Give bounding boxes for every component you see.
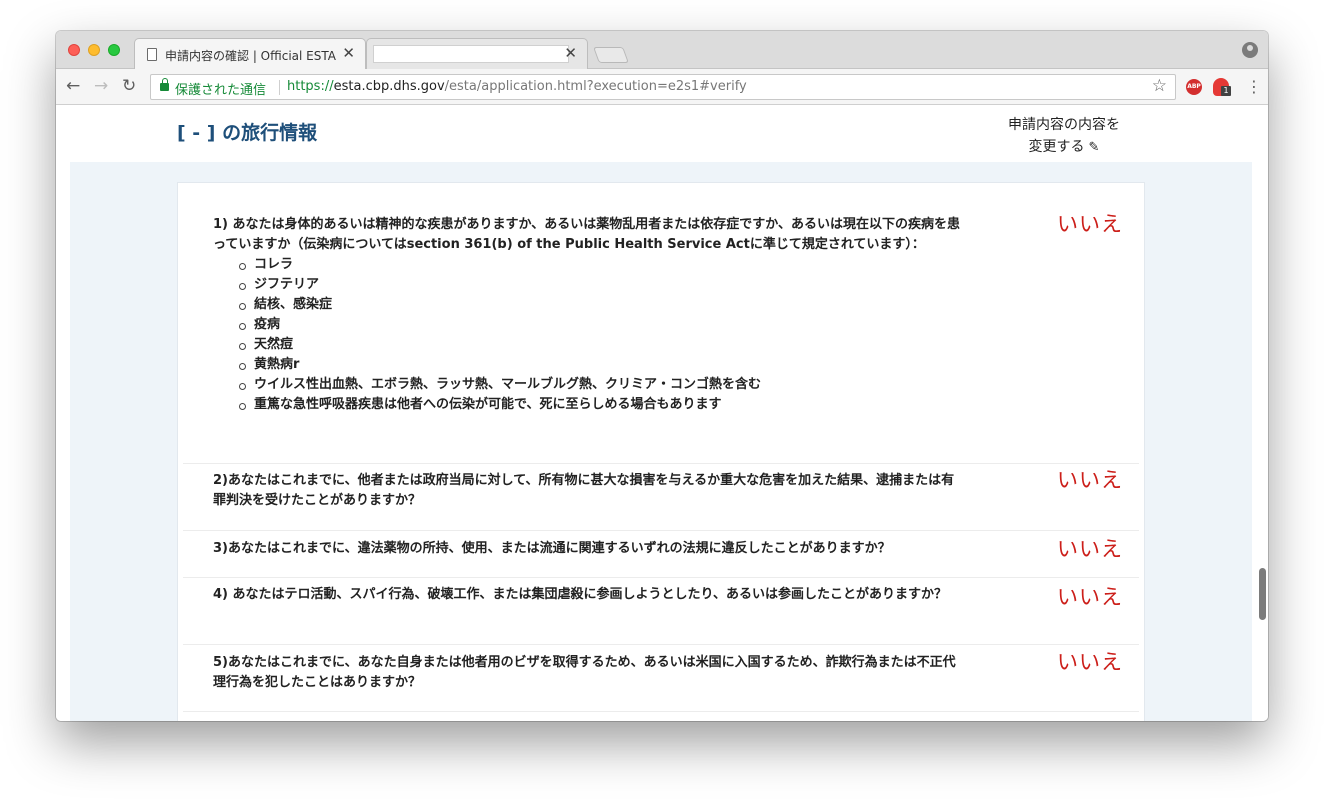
- pencil-icon: ✎: [1088, 140, 1100, 155]
- browser-window: 申請内容の確認 | Official ESTA ✕ ✕ ← → ↻ 保護された通…: [56, 31, 1268, 721]
- list-item: 黄熱病r: [238, 355, 961, 375]
- divider: [183, 711, 1139, 712]
- edit-link-line1: 申請内容の内容を: [1008, 117, 1120, 133]
- profile-icon[interactable]: [1242, 42, 1258, 58]
- list-item: ジフテリア: [238, 275, 961, 295]
- question-4: 4) あなたはテロ活動、スパイ行為、破壊工作、または集団虐殺に参画しようとしたり…: [213, 587, 947, 602]
- page-title: [ - ] の旅行情報: [177, 122, 318, 144]
- edit-link-line2: 変更する: [1028, 139, 1085, 155]
- answer-2: いいえ: [1057, 468, 1123, 492]
- tab-close-icon[interactable]: ✕: [342, 44, 355, 62]
- minimize-window-button[interactable]: [88, 44, 100, 56]
- browser-menu-icon[interactable]: ⋮: [1246, 77, 1262, 97]
- answer-3: いいえ: [1057, 537, 1123, 561]
- page-content: [ - ] の旅行情報 申請内容の内容を 変更する ✎ 1) あなたは身体的あるい…: [56, 106, 1268, 721]
- tab-second[interactable]: ✕: [366, 38, 588, 70]
- list-item: ウイルス性出血熱、エボラ熱、ラッサ熱、マールブルグ熱、クリミア・コンゴ熱を含む: [238, 375, 961, 395]
- tab-esta[interactable]: 申請内容の確認 | Official ESTA ✕: [134, 38, 366, 70]
- tab-close-icon[interactable]: ✕: [564, 44, 577, 62]
- url-host: esta.cbp.dhs.gov: [333, 79, 445, 94]
- question-5: 5)あなたはこれまでに、あなた自身または他者用のビザを取得するため、あるいは米国…: [213, 655, 956, 690]
- question-2: 2)あなたはこれまでに、他者または政府当局に対して、所有物に甚大な損害を与えるか…: [213, 473, 955, 508]
- address-bar[interactable]: 保護された通信 https://esta.cbp.dhs.gov/esta/ap…: [150, 74, 1176, 100]
- list-item: 天然痘: [238, 335, 961, 355]
- forward-arrow-icon[interactable]: →: [94, 76, 108, 96]
- url-separator: [279, 80, 280, 95]
- divider: [183, 530, 1139, 531]
- divider: [183, 463, 1139, 464]
- divider: [183, 577, 1139, 578]
- questions-card: 1) あなたは身体的あるいは精神的な疾患がありますか、あるいは薬物乱用者または依…: [177, 182, 1145, 721]
- reload-icon[interactable]: ↻: [122, 76, 136, 96]
- divider: [183, 644, 1139, 645]
- secure-connection-label: 保護された通信: [175, 83, 267, 98]
- list-item: コレラ: [238, 255, 961, 275]
- answer-1: いいえ: [1057, 212, 1123, 236]
- close-window-button[interactable]: [68, 44, 80, 56]
- adblock-extension-icon[interactable]: ABP: [1186, 79, 1202, 95]
- question-text: 1) あなたは身体的あるいは精神的な疾患がありますか、あるいは薬物乱用者または依…: [213, 217, 960, 252]
- bookmark-star-icon[interactable]: ☆: [1152, 76, 1167, 96]
- edit-application-link[interactable]: 申請内容の内容を 変更する ✎: [1002, 114, 1126, 159]
- scrollbar-thumb[interactable]: [1259, 568, 1266, 620]
- zoom-window-button[interactable]: [108, 44, 120, 56]
- lock-icon: [160, 78, 169, 91]
- list-item: 疫病: [238, 315, 961, 335]
- new-tab-button[interactable]: [593, 47, 629, 63]
- answer-4: いいえ: [1057, 585, 1123, 609]
- document-icon: [147, 48, 157, 61]
- tab-title: 申請内容の確認 | Official ESTA: [165, 49, 336, 63]
- browser-toolbar: ← → ↻ 保護された通信 https://esta.cbp.dhs.gov/e…: [56, 69, 1268, 105]
- url-path: /esta/application.html?execution=e2s1#ve…: [444, 79, 747, 94]
- url-scheme: https://: [287, 79, 334, 94]
- ghostery-extension-icon[interactable]: 1: [1213, 78, 1231, 96]
- question-1: 1) あなたは身体的あるいは精神的な疾患がありますか、あるいは薬物乱用者または依…: [213, 215, 961, 415]
- url-text[interactable]: https://esta.cbp.dhs.gov/esta/applicatio…: [287, 79, 747, 94]
- extension-badge: 1: [1221, 86, 1231, 96]
- tab-title-field: [373, 45, 569, 63]
- disease-list: コレラ ジフテリア 結核、感染症 疫病 天然痘 黄熱病r ウイルス性出血熱、エボ…: [238, 255, 961, 415]
- tab-strip: 申請内容の確認 | Official ESTA ✕ ✕: [56, 31, 1268, 70]
- list-item: 重篤な急性呼吸器疾患は他者への伝染が可能で、死に至らしめる場合もあります: [238, 395, 961, 415]
- answer-5: いいえ: [1057, 650, 1123, 674]
- back-arrow-icon[interactable]: ←: [66, 76, 80, 96]
- list-item: 結核、感染症: [238, 295, 961, 315]
- question-3: 3)あなたはこれまでに、違法薬物の所持、使用、または流通に関連するいずれの法規に…: [213, 541, 891, 556]
